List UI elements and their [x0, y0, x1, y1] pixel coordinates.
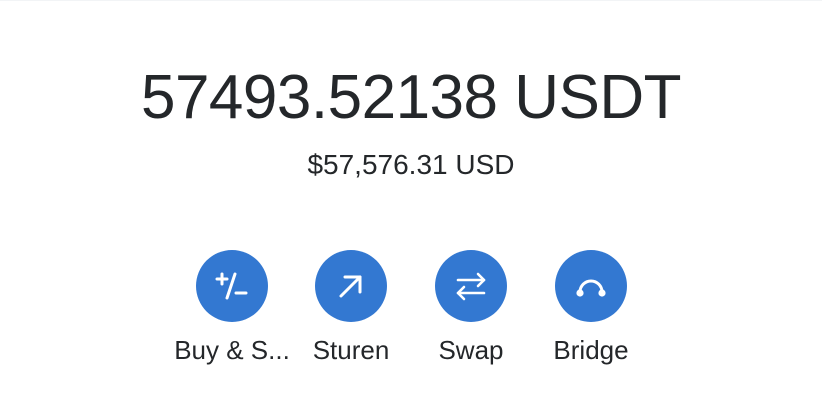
send-arrow-icon — [339, 275, 362, 298]
swap-label: Swap — [438, 335, 504, 365]
swap-arrows-icon — [456, 272, 486, 301]
buy-sell-circle[interactable] — [196, 250, 268, 322]
send-label: Sturen — [312, 335, 390, 365]
token-balance: 57493.52138 USDT — [140, 63, 682, 132]
action-buttons: Buy & S... Sturen Swap Bridge — [0, 250, 822, 370]
bridge-icon — [576, 279, 606, 297]
bridge-button[interactable]: Bridge — [531, 250, 651, 370]
send-circle[interactable] — [315, 250, 387, 322]
swap-button[interactable]: Swap — [411, 250, 531, 370]
buy-sell-button[interactable]: Buy & S... — [172, 250, 292, 370]
top-divider — [0, 0, 822, 1]
fiat-balance: $57,576.31 USD — [307, 149, 515, 180]
bridge-label: Bridge — [553, 335, 629, 365]
buy-sell-label: Buy & S... — [174, 335, 290, 365]
bridge-circle[interactable] — [555, 250, 627, 322]
buy-sell-icon — [215, 272, 248, 300]
send-button[interactable]: Sturen — [291, 250, 411, 370]
balance-block: 57493.52138 USDT $57,576.31 USD — [0, 58, 822, 182]
swap-circle[interactable] — [435, 250, 507, 322]
